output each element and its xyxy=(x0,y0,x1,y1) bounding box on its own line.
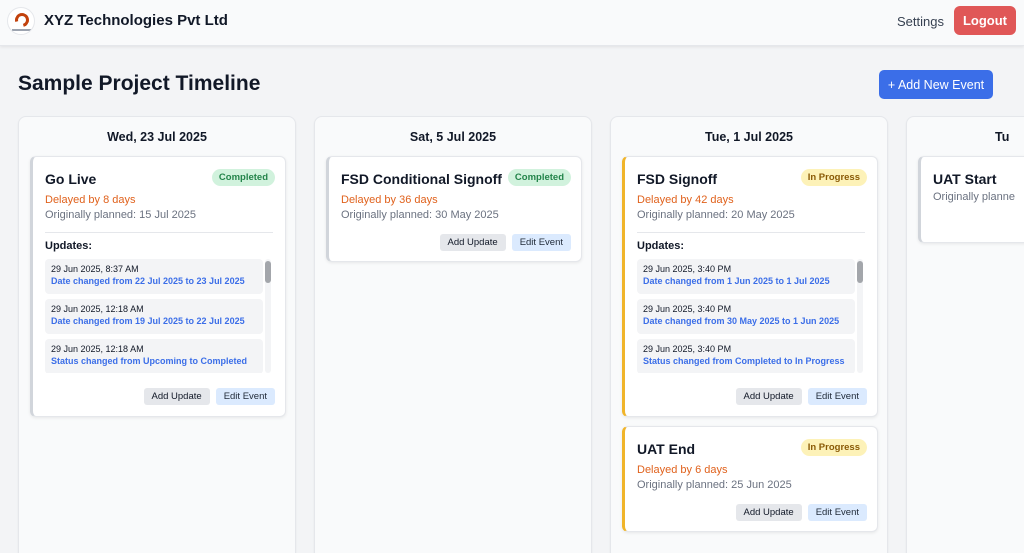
updates-list[interactable]: 29 Jun 2025, 8:37 AM Date changed from 2… xyxy=(45,259,263,373)
timeline-column: Tue, 1 Jul 2025 FSD Signoff In Progress … xyxy=(610,116,888,553)
edit-event-button[interactable]: Edit Event xyxy=(807,504,867,521)
divider xyxy=(45,232,273,233)
planned-date: Originally planne xyxy=(933,191,1015,203)
delay-text: Delayed by 8 days xyxy=(45,194,136,206)
update-text: Status changed from Completed to In Prog… xyxy=(643,356,845,366)
column-date: Tu xyxy=(995,130,1010,144)
update-time: 29 Jun 2025, 8:37 AM xyxy=(51,264,139,274)
status-badge: Completed xyxy=(507,169,571,186)
delay-text: Delayed by 42 days xyxy=(637,194,734,206)
logout-button[interactable]: Logout xyxy=(954,6,1016,35)
update-time: 29 Jun 2025, 12:18 AM xyxy=(51,344,144,354)
add-update-button[interactable]: Add Update xyxy=(439,234,506,251)
add-update-button[interactable]: Add Update xyxy=(735,388,802,405)
update-text: Status changed from Upcoming to Complete… xyxy=(51,356,248,366)
planned-date: Originally planned: 20 May 2025 xyxy=(637,209,795,221)
update-item: 29 Jun 2025, 12:18 AM Status changed fro… xyxy=(45,339,263,373)
divider xyxy=(637,232,865,233)
timeline-column: Sat, 5 Jul 2025 FSD Conditional Signoff … xyxy=(314,116,592,553)
update-item: 29 Jun 2025, 3:40 PM Date changed from 1… xyxy=(637,259,855,294)
updates-scrollbar[interactable] xyxy=(265,259,271,373)
update-item: 29 Jun 2025, 3:40 PM Status changed from… xyxy=(637,339,855,373)
status-badge: In Progress xyxy=(800,439,867,456)
event-card-fsd-signoff[interactable]: FSD Signoff In Progress Delayed by 42 da… xyxy=(622,156,878,417)
updates-label: Updates: xyxy=(45,240,93,252)
edit-event-button[interactable]: Edit Event xyxy=(215,388,275,405)
update-time: 29 Jun 2025, 3:40 PM xyxy=(643,264,732,274)
scroll-thumb[interactable] xyxy=(857,261,863,283)
card-actions: Add Update Edit Event xyxy=(735,504,867,521)
updates-scrollbar[interactable] xyxy=(857,259,863,373)
event-card-uat-end[interactable]: UAT End In Progress Delayed by 6 days Or… xyxy=(622,426,878,532)
add-update-button[interactable]: Add Update xyxy=(143,388,210,405)
event-title: UAT Start xyxy=(933,171,997,187)
update-time: 29 Jun 2025, 12:18 AM xyxy=(51,304,144,314)
status-badge: In Progress xyxy=(800,169,867,186)
card-actions: Add Update Edit Event xyxy=(439,234,571,251)
add-new-event-button[interactable]: + Add New Event xyxy=(879,70,993,99)
top-navbar: XYZ Technologies Pvt Ltd Settings Logout xyxy=(0,0,1024,46)
page-title: Sample Project Timeline xyxy=(18,72,261,95)
update-item: 29 Jun 2025, 3:40 PM Date changed from 3… xyxy=(637,299,855,334)
timeline-column: Tu UAT Start Originally planne xyxy=(906,116,1024,553)
column-date: Tue, 1 Jul 2025 xyxy=(704,130,793,144)
status-badge: Completed xyxy=(211,169,275,186)
delay-text: Delayed by 36 days xyxy=(341,194,438,206)
delay-text: Delayed by 6 days xyxy=(637,464,728,476)
card-actions: Add Update Edit Event xyxy=(735,388,867,405)
column-date: Sat, 5 Jul 2025 xyxy=(409,130,497,144)
update-item: 29 Jun 2025, 8:37 AM Date changed from 2… xyxy=(45,259,263,294)
column-date: Wed, 23 Jul 2025 xyxy=(107,130,207,144)
planned-date: Originally planned: 30 May 2025 xyxy=(341,209,499,221)
event-title: Go Live xyxy=(45,171,97,187)
update-text: Date changed from 1 Jun 2025 to 1 Jul 20… xyxy=(643,276,830,286)
scroll-thumb[interactable] xyxy=(265,261,271,283)
update-time: 29 Jun 2025, 3:40 PM xyxy=(643,304,732,314)
update-item: 29 Jun 2025, 12:18 AM Date changed from … xyxy=(45,299,263,334)
event-title: FSD Signoff xyxy=(637,171,718,187)
event-title: UAT End xyxy=(637,441,696,457)
update-time: 29 Jun 2025, 3:40 PM xyxy=(643,344,732,354)
event-title: FSD Conditional Signoff xyxy=(341,171,502,187)
update-text: Date changed from 19 Jul 2025 to 22 Jul … xyxy=(51,316,245,326)
company-logo[interactable] xyxy=(7,7,35,35)
update-text: Date changed from 22 Jul 2025 to 23 Jul … xyxy=(51,276,245,286)
event-card-uat-start[interactable]: UAT Start Originally planne xyxy=(918,156,1024,243)
settings-link[interactable]: Settings xyxy=(897,14,944,29)
updates-label: Updates: xyxy=(637,240,685,252)
edit-event-button[interactable]: Edit Event xyxy=(807,388,867,405)
add-update-button[interactable]: Add Update xyxy=(735,504,802,521)
planned-date: Originally planned: 25 Jun 2025 xyxy=(637,479,792,491)
card-actions: Add Update Edit Event xyxy=(143,388,275,405)
updates-list[interactable]: 29 Jun 2025, 3:40 PM Date changed from 1… xyxy=(637,259,855,373)
event-card-fsd-conditional-signoff[interactable]: FSD Conditional Signoff Completed Delaye… xyxy=(326,156,582,262)
planned-date: Originally planned: 15 Jul 2025 xyxy=(45,209,197,221)
update-text: Date changed from 30 May 2025 to 1 Jun 2… xyxy=(643,316,840,326)
event-card-go-live[interactable]: Go Live Completed Delayed by 8 days Orig… xyxy=(30,156,286,417)
timeline-column: Wed, 23 Jul 2025 Go Live Completed Delay… xyxy=(18,116,296,553)
edit-event-button[interactable]: Edit Event xyxy=(511,234,571,251)
company-name: XYZ Technologies Pvt Ltd xyxy=(44,12,228,29)
